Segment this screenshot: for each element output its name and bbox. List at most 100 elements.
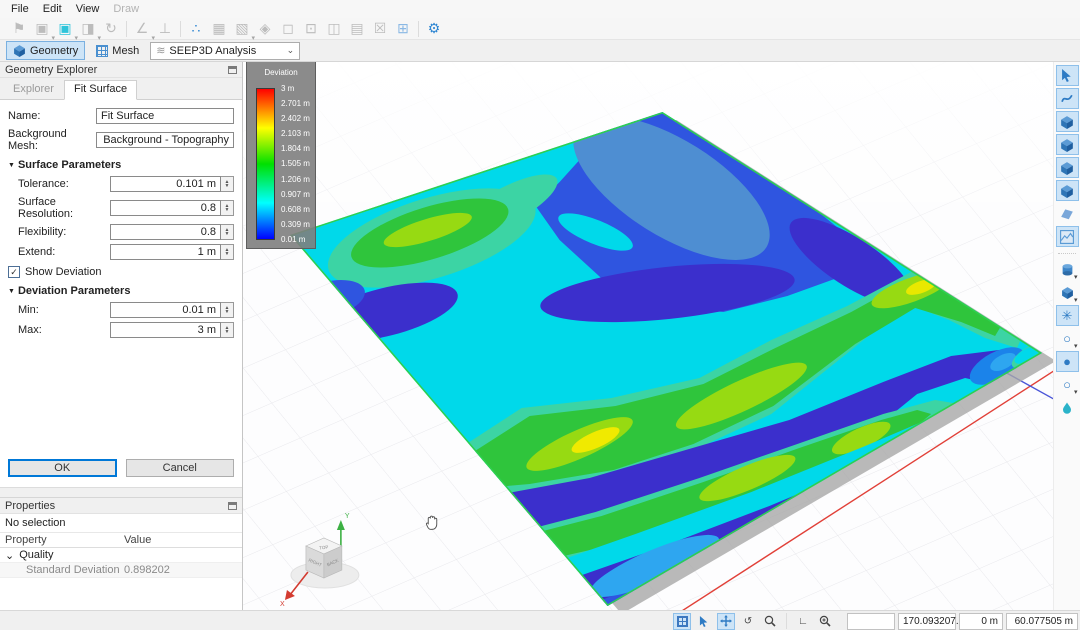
- menu-draw: Draw: [106, 2, 146, 16]
- grid-snap-button[interactable]: [673, 613, 691, 630]
- viewport-3d[interactable]: TOP RIGHT BACK Y X Deviation 3 m 2.701 m…: [243, 62, 1053, 610]
- corner-axis-button[interactable]: ∟: [794, 613, 812, 630]
- tolerance-stepper[interactable]: ▲▼: [221, 176, 234, 192]
- tab-explorer[interactable]: Explorer: [3, 80, 64, 99]
- display-circle-alt-button[interactable]: ○▾: [1056, 374, 1079, 395]
- select-cursor-button[interactable]: [695, 613, 713, 630]
- surface-parameters-section[interactable]: ▼ Surface Parameters: [8, 159, 234, 171]
- axis-x-label: X: [280, 601, 285, 608]
- ok-button[interactable]: OK: [8, 459, 117, 477]
- grid-icon: [677, 616, 688, 627]
- select-arrow-button[interactable]: [1056, 65, 1079, 86]
- display-circle-button[interactable]: ○▾: [1056, 328, 1079, 349]
- zoom-grid-tool-icon[interactable]: ⊞: [392, 19, 414, 39]
- view-cube-front-button[interactable]: [1056, 111, 1079, 132]
- surface-tool-icon[interactable]: ▧▾: [231, 19, 253, 39]
- deviation-parameters-section[interactable]: ▼ Deviation Parameters: [8, 285, 234, 297]
- view-plane-button[interactable]: [1056, 203, 1079, 224]
- zoom-button[interactable]: [761, 613, 779, 630]
- mirror-tool-icon[interactable]: ◨▾: [77, 19, 99, 39]
- display-light-button[interactable]: ✳: [1056, 305, 1079, 326]
- select-curve-button[interactable]: [1056, 88, 1079, 109]
- view-region-button[interactable]: [1056, 226, 1079, 247]
- flexibility-stepper[interactable]: ▲▼: [221, 224, 234, 240]
- display-droplet-button[interactable]: [1056, 397, 1079, 418]
- orbit-button[interactable]: ↺: [739, 613, 757, 630]
- panel-splitter[interactable]: [0, 487, 242, 497]
- form-spacer: [0, 342, 242, 453]
- display-cylinder-button[interactable]: ▾: [1056, 259, 1079, 280]
- cube-cursor-icon: [1060, 161, 1074, 175]
- fit-points-tool-icon[interactable]: ∴: [185, 19, 207, 39]
- rotate-tool-icon[interactable]: ↻: [100, 19, 122, 39]
- min-input[interactable]: 0.01 m: [110, 302, 221, 318]
- display-cube-button[interactable]: ▾: [1056, 282, 1079, 303]
- draw-region-tool-icon[interactable]: ▣▾: [54, 19, 76, 39]
- dock-pin-icon[interactable]: [228, 502, 237, 510]
- view-cube-alt-icon[interactable]: ◫: [323, 19, 345, 39]
- quality-group-row[interactable]: ⌄Quality: [0, 548, 242, 563]
- tolerance-input[interactable]: 0.101 m: [110, 176, 221, 192]
- legend-title: Deviation: [247, 68, 315, 77]
- tab-geometry[interactable]: Geometry: [6, 41, 85, 60]
- corner-icon: ∟: [798, 616, 808, 627]
- view-cube-icon[interactable]: ◻: [277, 19, 299, 39]
- menu-view[interactable]: View: [69, 2, 107, 16]
- dock-pin-icon[interactable]: [228, 66, 237, 74]
- select-flag-icon[interactable]: ⚑: [8, 19, 30, 39]
- view-octagon-icon[interactable]: ◈: [254, 19, 276, 39]
- settings-gear-icon[interactable]: ⚙: [423, 19, 445, 39]
- refit-image-tool-icon[interactable]: ▦: [208, 19, 230, 39]
- tab-mesh[interactable]: Mesh: [89, 41, 146, 60]
- chevron-expand-icon: ⌄: [5, 549, 14, 562]
- surface-resolution-stepper[interactable]: ▲▼: [221, 200, 234, 216]
- view-cube-side-button[interactable]: [1056, 157, 1079, 178]
- max-input[interactable]: 3 m: [110, 322, 221, 338]
- min-label: Min:: [18, 304, 110, 316]
- deviation-legend[interactable]: Deviation 3 m 2.701 m 2.402 m 2.103 m 1.…: [246, 62, 316, 249]
- cube-cursor-icon: [1060, 138, 1074, 152]
- extend-input[interactable]: 1 m: [110, 244, 221, 260]
- zoom-window-button[interactable]: [816, 613, 834, 630]
- cube-cursor-icon: [1060, 115, 1074, 129]
- plane-cursor-icon: [1060, 207, 1074, 221]
- view-cube-shaded-icon[interactable]: ⊡: [300, 19, 322, 39]
- angle-tool-icon[interactable]: ∠▾: [131, 19, 153, 39]
- extend-stepper[interactable]: ▲▼: [221, 244, 234, 260]
- cancel-button[interactable]: Cancel: [126, 459, 235, 477]
- delete-region-tool-icon[interactable]: ☒: [369, 19, 391, 39]
- duplicate-tool-icon[interactable]: ▤: [346, 19, 368, 39]
- view-cube-iso-button[interactable]: [1056, 180, 1079, 201]
- flexibility-input[interactable]: 0.8: [110, 224, 221, 240]
- coordinate-x: 170.093207...: [898, 613, 956, 630]
- explorer-panel-header: Geometry Explorer: [0, 62, 242, 78]
- background-mesh-input[interactable]: Background - Topography: [96, 132, 234, 148]
- analysis-select[interactable]: ≋ SEEP3D Analysis ⌄: [150, 42, 300, 60]
- pan-button[interactable]: [717, 613, 735, 630]
- show-deviation-checkbox[interactable]: ✓: [8, 266, 20, 278]
- min-stepper[interactable]: ▲▼: [221, 302, 234, 318]
- tab-fit-surface[interactable]: Fit Surface: [64, 80, 137, 100]
- surface-resolution-label: Surface Resolution:: [18, 196, 110, 220]
- geometry-explorer-panel: Geometry Explorer Explorer Fit Surface N…: [0, 62, 243, 610]
- magnifier-icon: [764, 615, 776, 627]
- menu-bar: File Edit View Draw: [0, 0, 1080, 18]
- menu-file[interactable]: File: [4, 2, 36, 16]
- table-row[interactable]: Standard Deviation 0.898202: [0, 563, 242, 578]
- display-filled-circle-button[interactable]: ●: [1056, 351, 1079, 372]
- align-tool-icon[interactable]: ⊥: [154, 19, 176, 39]
- scale-input[interactable]: [847, 613, 895, 630]
- draw-point-tool-icon[interactable]: ▣▾: [31, 19, 53, 39]
- region-image-icon: [1060, 230, 1074, 244]
- properties-column-header: Property Value: [0, 533, 242, 548]
- max-label: Max:: [18, 324, 110, 336]
- tolerance-label: Tolerance:: [18, 178, 110, 190]
- max-stepper[interactable]: ▲▼: [221, 322, 234, 338]
- curve-icon: [1061, 92, 1074, 105]
- menu-edit[interactable]: Edit: [36, 2, 69, 16]
- surface-resolution-input[interactable]: 0.8: [110, 200, 221, 216]
- view-cube-top-button[interactable]: [1056, 134, 1079, 155]
- deviation-surface-scene: TOP RIGHT BACK Y X: [243, 62, 1053, 610]
- name-input[interactable]: Fit Surface: [96, 108, 234, 124]
- droplet-icon: [1061, 402, 1073, 414]
